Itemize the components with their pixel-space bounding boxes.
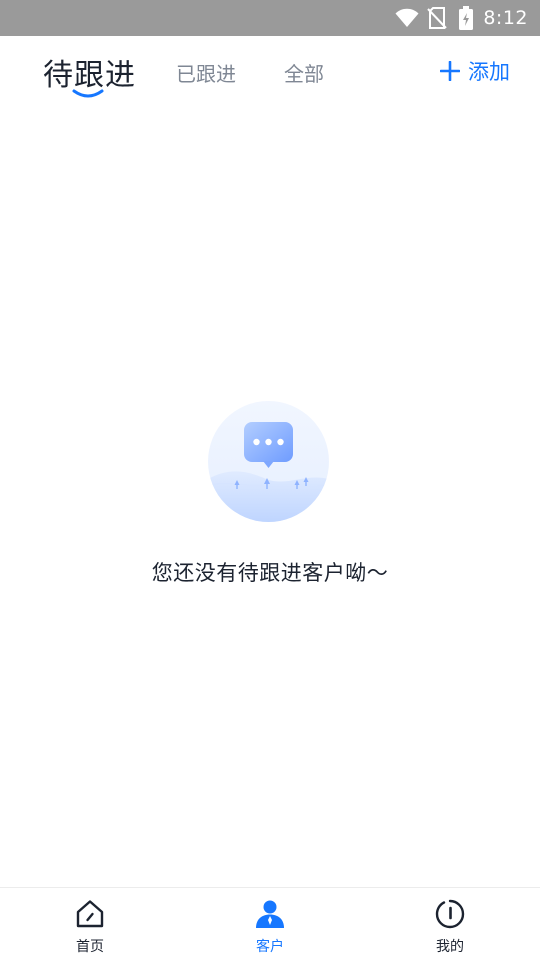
- nav-label-customer: 客户: [256, 939, 284, 955]
- status-bar: 8:12: [0, 0, 540, 36]
- home-icon: [76, 900, 104, 928]
- empty-state-message: 您还没有待跟进客户呦～: [151, 561, 389, 585]
- nav-item-customer[interactable]: 客户: [180, 888, 360, 960]
- add-button-label: 添加: [468, 60, 510, 84]
- tab-followed-up[interactable]: 已跟进: [176, 58, 236, 87]
- active-tab-indicator: [72, 89, 104, 98]
- nav-label-mine: 我的: [436, 939, 464, 955]
- bottom-navigation: 首页 客户 我的: [0, 887, 540, 960]
- tab-all[interactable]: 全部: [284, 58, 324, 87]
- plus-icon: [440, 61, 460, 81]
- app-screen: 8:12 待跟进 已跟进 全部 添加 您还没有待跟进客户呦～ 首页 客户 我的: [0, 0, 540, 960]
- nav-item-mine[interactable]: 我的: [360, 888, 540, 960]
- nav-label-home: 首页: [76, 939, 104, 955]
- nav-item-home[interactable]: 首页: [0, 888, 180, 960]
- status-time: 8:12: [483, 7, 528, 29]
- profile-icon: [435, 899, 465, 929]
- add-customer-button[interactable]: 添加: [440, 56, 510, 86]
- tab-header: 待跟进 已跟进 全部 添加: [0, 36, 540, 116]
- wifi-icon: [395, 8, 419, 27]
- chat-bubble-empty-illustration: [208, 401, 329, 522]
- battery-charging-icon: [459, 6, 474, 30]
- status-icons: 8:12: [395, 0, 528, 36]
- customer-icon: [256, 900, 284, 928]
- no-sim-icon: [427, 7, 448, 29]
